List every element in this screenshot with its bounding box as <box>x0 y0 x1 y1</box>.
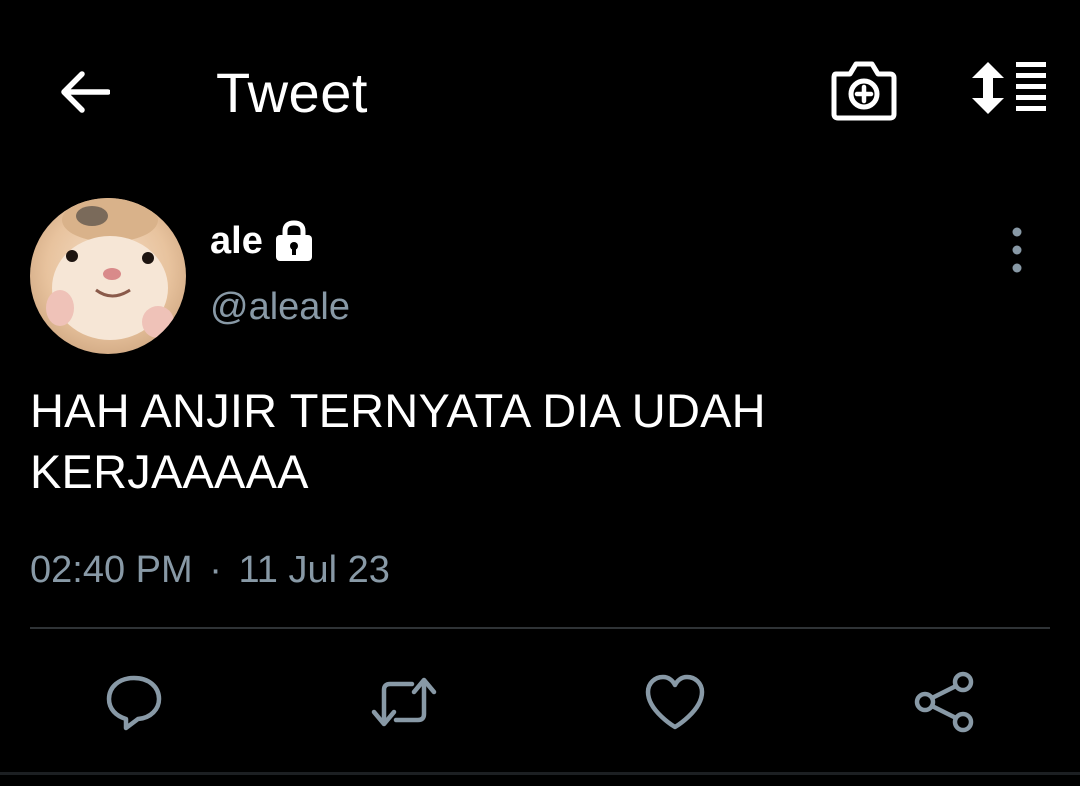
reply-bubble-icon <box>106 675 162 731</box>
tweet-text: HAH ANJIR TERNYATA DIA UDAH KERJAAAAA <box>30 380 1030 502</box>
author-display-name-row: ale <box>210 218 315 264</box>
author-handle[interactable]: @aleale <box>210 284 350 330</box>
hamster-avatar-image <box>30 198 186 354</box>
top-bar: Tweet <box>0 0 1080 180</box>
retweet-icon <box>371 677 437 727</box>
share-icon <box>914 671 974 733</box>
more-options-button[interactable] <box>996 224 1038 276</box>
avatar[interactable] <box>30 198 186 354</box>
meta-separator: · <box>209 549 222 591</box>
tweet-timestamp: 02:40 PM · 11 Jul 23 <box>30 546 390 594</box>
divider <box>30 627 1050 629</box>
tweet-date: 11 Jul 23 <box>238 549 390 591</box>
tweet-time: 02:40 PM <box>30 549 193 591</box>
bottom-border <box>0 772 1080 775</box>
reply-button[interactable] <box>96 664 172 740</box>
share-button[interactable] <box>906 664 982 740</box>
sort-button[interactable] <box>966 58 1050 124</box>
more-vertical-icon <box>1012 227 1022 273</box>
retweet-button[interactable] <box>366 664 442 740</box>
camera-plus-icon <box>831 61 897 121</box>
like-button[interactable] <box>637 664 713 740</box>
lock-icon <box>275 220 312 261</box>
author-display-name: ale <box>210 220 263 262</box>
heart-icon <box>645 674 705 730</box>
back-button[interactable] <box>52 62 116 122</box>
screenshot-button[interactable] <box>828 58 900 124</box>
tweet-text-line: KERJAAAAA <box>30 445 309 498</box>
tweet-text-line: HAH ANJIR TERNYATA DIA UDAH <box>30 384 766 437</box>
arrow-left-icon <box>61 71 110 113</box>
page-title: Tweet <box>216 61 368 124</box>
sort-list-icon <box>972 62 1046 114</box>
